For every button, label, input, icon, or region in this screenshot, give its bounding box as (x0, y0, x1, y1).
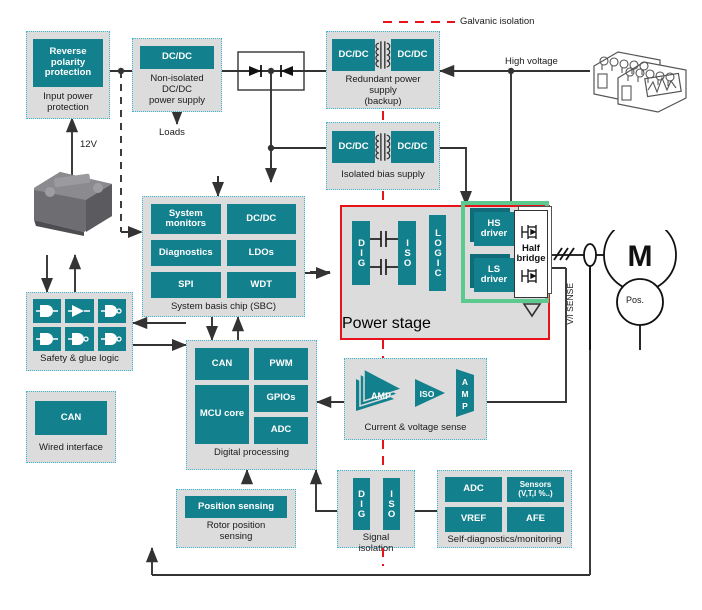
half-bridge-label: Half bridge (516, 243, 546, 265)
block-diagram-canvas: Reverse polarity protection Input power … (0, 0, 702, 610)
ls-line2: driver (480, 274, 508, 285)
ground-symbol-icon (522, 303, 542, 318)
hb-line2: bridge (516, 253, 546, 264)
hs-line2: driver (480, 228, 508, 239)
block-ps-ls-driver[interactable]: LS driver (474, 258, 514, 292)
galvanic-isolation-line (382, 21, 455, 566)
mosfet-symbol-low (521, 269, 537, 284)
block-ps-half-bridge[interactable]: Half bridge (514, 210, 548, 298)
mosfet-symbol-high (521, 224, 537, 239)
block-ps-hs-driver[interactable]: HS driver (474, 212, 514, 246)
